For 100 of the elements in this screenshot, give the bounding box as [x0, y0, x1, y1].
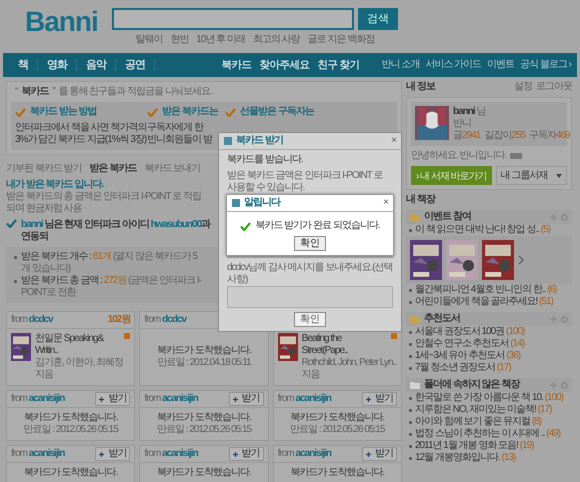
message-field[interactable] [227, 286, 393, 308]
receive-button[interactable]: 받기 [362, 447, 397, 461]
check-icon [225, 108, 236, 116]
shelf-item[interactable]: 12월 개봉영화입니다. (13) [415, 452, 516, 464]
search-button[interactable]: 검색 [358, 8, 398, 30]
plus-icon[interactable] [550, 214, 557, 220]
plus-icon [232, 396, 238, 402]
sender-text: from acanisijin [11, 393, 64, 405]
nav-link[interactable]: 북카드 [222, 59, 252, 71]
shelf-item[interactable]: 1세~3세 유아 추천도서 (36) [415, 350, 520, 362]
close-button[interactable]: × [391, 135, 396, 147]
folder-name[interactable]: 이벤트 참여 [424, 211, 546, 223]
sender-text: from acanisijin [278, 393, 332, 405]
shelf-item[interactable]: 7월 청소년 권장도서 (17) [415, 362, 511, 374]
shelf-item[interactable]: 법정 스님이 추천하는 이 시대에 .. (49) [415, 428, 560, 440]
message-text: 북카드가 도착했습니다. [290, 467, 384, 479]
message-text: 북카드가 도착했습니다. [157, 412, 251, 424]
sender-text: from acanisijin [144, 448, 198, 460]
close-button[interactable]: × [383, 197, 388, 209]
book-title: 천일문 Speaking& Writin.. [35, 333, 105, 357]
header-link[interactable]: 설정 [514, 81, 532, 93]
search-field[interactable] [112, 8, 354, 30]
count-text: 구독자469 [528, 130, 570, 142]
tab[interactable]: 기부된 북카드 받기 [6, 163, 82, 175]
expiry-text: 만료일 : 2012.05.26 05:15 [156, 424, 252, 436]
nav-tab[interactable]: 영화 [38, 59, 77, 71]
author-text: Rothchild, John, Peter Lyn.. 지음 [302, 357, 397, 381]
receive-button[interactable]: 받기 [228, 392, 264, 406]
suggestion-link[interactable]: 최고의 사랑 [252, 34, 300, 46]
nav-tab[interactable]: 음악 [77, 59, 116, 71]
nav-link[interactable]: 서비스 가이드 [425, 59, 482, 71]
receive-button[interactable]: 받기 [95, 447, 130, 461]
shelf-item[interactable]: 지루함은 NO, 재미있는 미술책! (17) [415, 404, 552, 416]
chevron-right-icon[interactable] [518, 255, 525, 265]
message-text: 북카드가 도착했습니다. [24, 412, 118, 424]
nav-link[interactable]: 이벤트 [487, 59, 514, 71]
bullet-icon [409, 354, 412, 358]
dialog-title: 알립니다 [244, 197, 282, 209]
dialog-message: 북카드 받기가 완료 되었습니다. [255, 220, 380, 232]
group-select[interactable]: 내 그룹서재 [496, 166, 567, 185]
confirm-button[interactable]: 확인 [294, 312, 326, 327]
shelf-item[interactable]: 2011년 1월 개봉 영화 모음! (19) [415, 440, 534, 452]
receive-button[interactable]: 받기 [362, 392, 397, 406]
nav-link[interactable]: 찾아주세요 [260, 59, 310, 71]
receive-button[interactable]: 받기 [228, 447, 264, 461]
header-link[interactable]: 로그아웃 [536, 81, 572, 93]
panel-title: 내 책장 [406, 194, 435, 206]
nav-link[interactable]: 친구 찾기 [318, 59, 360, 71]
folder-name[interactable]: 추천도서 [424, 313, 546, 325]
panel-title: 내 정보 [406, 81, 435, 93]
dialog-message: 북카드를 받습니다. [227, 154, 303, 166]
folder-name[interactable]: 폴더에 속하지 않은 책장 [424, 379, 546, 391]
nav-tab[interactable]: 책 [9, 59, 38, 71]
label-icon [510, 153, 522, 159]
sender-text: from dcdcv [11, 314, 53, 326]
bullet-icon [409, 288, 412, 292]
plus-icon [366, 396, 371, 402]
plus-icon[interactable] [550, 382, 557, 388]
suggestion-link[interactable]: 10년 후 미래 [196, 34, 245, 46]
shelf-item[interactable]: 어린이들에게 책을 골라주세요! (51) [415, 296, 553, 308]
library-button[interactable]: › 내 서재 바로가기 [411, 166, 492, 185]
plus-icon[interactable] [550, 316, 557, 322]
notice-text: banni 님은 현재 인터파크 아이디 hwasubun00과 연동되 [21, 219, 211, 243]
message-text: 북카드가 도착했습니다. [290, 412, 384, 424]
sender-text: from acanisijin [278, 448, 332, 460]
shelf-item[interactable]: 이 책 읽으면 대박 난다! 창업 성.. (5) [415, 224, 550, 236]
feature-title: 받은 북카드는 [162, 106, 218, 118]
nav-tab[interactable]: 공연 [116, 59, 155, 71]
receive-button[interactable]: 받기 [95, 392, 130, 406]
bullet-icon [409, 366, 412, 370]
shelf-item[interactable]: 서울대 권장도서 100권 (100) [415, 326, 524, 338]
plus-icon [99, 452, 104, 456]
user-name: banni [453, 106, 475, 117]
bullet-icon [14, 280, 17, 283]
intro-title: 북카드 [21, 86, 48, 98]
shelf-item[interactable]: 월간북피니언 4월호 빈니인의 한.. (6) [415, 284, 556, 296]
shelf-item[interactable]: 한국말로 쓴 가장 아름다운 책 10. (100) [415, 392, 563, 404]
intro-text: 를 통해 친구들과 적립금을 나눠보세요. [58, 86, 212, 98]
honorific-text: 님 [476, 106, 486, 117]
bullet-icon [409, 342, 412, 346]
stat-line: 받은 북카드 개수 : 61개 (열지 않은 북카드가 5개 있습니다) [21, 251, 199, 275]
shelf-item[interactable]: 안철수 연구소 추천도서 (14) [415, 338, 524, 350]
dialog-icon [224, 137, 232, 145]
shelf-item[interactable]: 아이와 함께 보기 좋은 뮤지컬 (8) [415, 416, 542, 428]
nav-link[interactable]: 반니 소개 [382, 59, 420, 71]
suggestion-link[interactable]: 글로 지은 백화점 [308, 34, 374, 46]
confirm-button[interactable]: 확인 [294, 236, 326, 251]
plus-icon [232, 452, 238, 456]
tab[interactable]: 북카드 보내기 [144, 163, 200, 175]
sender-text: from acanisijin [144, 393, 198, 405]
feature-text: 인터파크에서 책을 사면 책가격의 [15, 122, 146, 134]
nav-link[interactable]: 공식 블로그 › [520, 59, 571, 71]
message-text: 북카드가 도착했습니다. [157, 467, 251, 479]
suggestion-link[interactable]: 탈웨이 [135, 34, 162, 46]
caret-icon [556, 174, 562, 178]
description: 받은 북카드의 총 금액은 인터파크 I-POINT 로 적립되며 현금처럼 사용 [6, 191, 202, 215]
suggestion-link[interactable]: 현빈 [170, 34, 188, 46]
tab[interactable]: 받은 북카드 [90, 163, 136, 175]
author-text: 김기훈, 이현아, 최혜정 지음 [35, 357, 124, 381]
check-icon [15, 108, 26, 116]
